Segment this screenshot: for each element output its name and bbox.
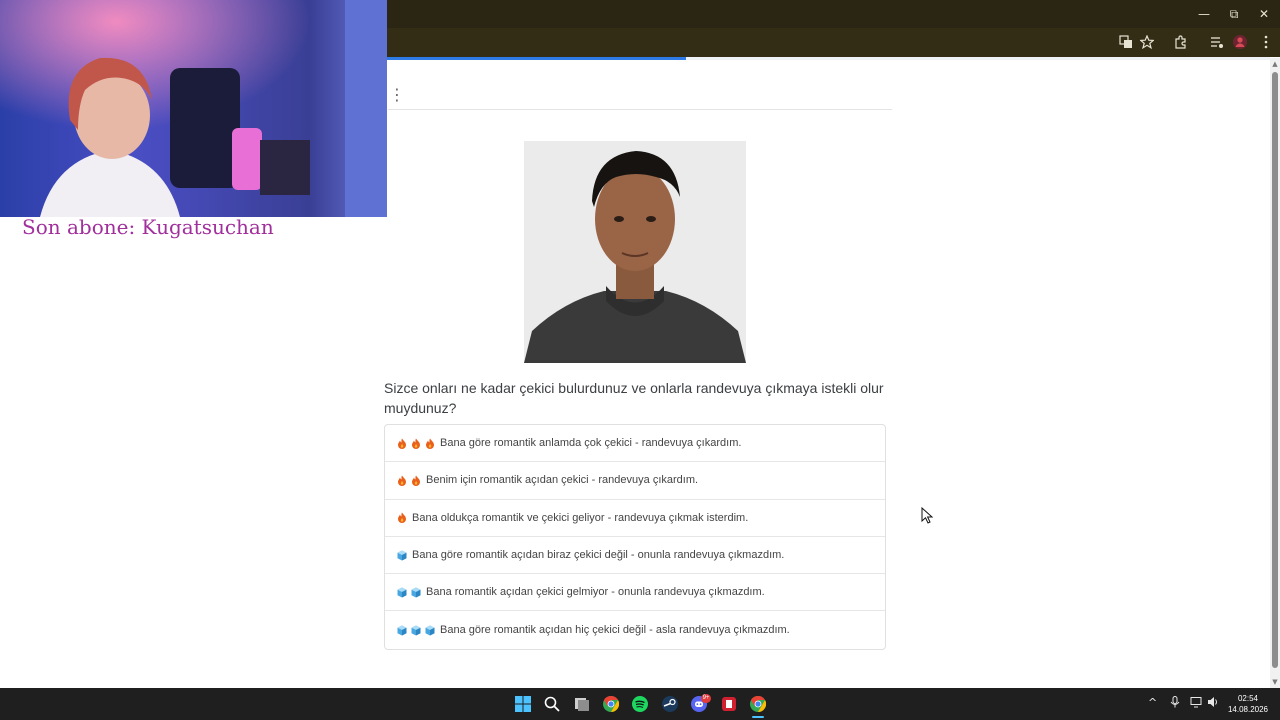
ice-cube-emoji-group: [397, 550, 407, 561]
chrome-active-icon[interactable]: [748, 694, 768, 714]
answer-option[interactable]: Bana oldukça romantik ve çekici geliyor …: [385, 500, 885, 537]
fire-icon: [397, 512, 407, 524]
ice-cube-icon: [411, 625, 421, 636]
answer-option-label: Bana göre romantik açıdan biraz çekici d…: [412, 549, 785, 562]
scrollbar[interactable]: ▲ ▼: [1270, 58, 1280, 688]
ice-cube-emoji-group: [397, 587, 421, 598]
answer-option[interactable]: Bana göre romantik açıdan hiç çekici değ…: [385, 611, 885, 648]
fire-icon: [411, 475, 421, 486]
restore-button[interactable]: ⧉: [1219, 0, 1249, 28]
ice-cube-emoji-group: [397, 625, 435, 636]
discord-badge: 9+: [701, 694, 711, 703]
microphone-icon[interactable]: [1170, 696, 1180, 711]
ice-cube-icon: [397, 550, 407, 561]
answer-option-label: Bana göre romantik anlamda çok çekici - …: [440, 437, 742, 450]
extensions-icon[interactable]: [1171, 33, 1191, 51]
answer-option[interactable]: Bana göre romantik açıdan biraz çekici d…: [385, 537, 885, 575]
active-app-indicator: [752, 716, 764, 718]
menu-icon[interactable]: [1256, 33, 1276, 51]
task-view-icon[interactable]: [572, 694, 592, 714]
star-icon[interactable]: [1137, 33, 1157, 51]
scroll-down-icon[interactable]: ▼: [1271, 678, 1279, 686]
fire-emoji-group: [397, 512, 407, 524]
taskbar-clock[interactable]: 02:54 14.08.2026: [1226, 693, 1270, 715]
answer-option-label: Bana oldukça romantik ve çekici geliyor …: [412, 511, 749, 524]
scroll-up-icon[interactable]: ▲: [1271, 60, 1279, 68]
answer-option[interactable]: Bana romantik açıdan çekici gelmiyor - o…: [385, 574, 885, 612]
chrome-icon[interactable]: [601, 694, 621, 714]
fire-emoji-group: [397, 475, 421, 486]
windows-start-icon[interactable]: [513, 694, 533, 714]
translate-icon[interactable]: [1116, 33, 1136, 51]
spotify-icon[interactable]: [630, 694, 650, 714]
volume-icon[interactable]: [1207, 696, 1219, 711]
fire-icon: [425, 438, 435, 449]
minimize-button[interactable]: —: [1189, 0, 1219, 28]
ice-cube-icon: [425, 625, 435, 636]
answer-option[interactable]: Bana göre romantik anlamda çok çekici - …: [385, 425, 885, 463]
more-options-icon[interactable]: ⋮: [389, 86, 405, 104]
answer-options: Bana göre romantik anlamda çok çekici - …: [384, 424, 886, 650]
answer-option[interactable]: Benim için romantik açıdan çekici - rand…: [385, 462, 885, 500]
network-icon[interactable]: [1190, 696, 1202, 711]
answer-option-label: Bana romantik açıdan çekici gelmiyor - o…: [426, 586, 765, 599]
close-window-button[interactable]: ✕: [1249, 0, 1279, 28]
steam-icon[interactable]: [660, 694, 680, 714]
fire-emoji-group: [397, 438, 435, 449]
webcam-overlay: [0, 0, 387, 217]
last-subscriber-label: Son abone: Kugatsuchan: [22, 215, 274, 239]
answer-option-label: Bana göre romantik açıdan hiç çekici değ…: [440, 624, 790, 637]
scroll-thumb[interactable]: [1272, 72, 1278, 668]
search-icon[interactable]: [542, 694, 562, 714]
fire-icon: [411, 438, 421, 449]
mouse-cursor-icon: [921, 506, 935, 525]
media-icon[interactable]: [1207, 33, 1227, 51]
chevron-up-icon[interactable]: ^: [1148, 696, 1157, 709]
ice-cube-icon: [397, 587, 407, 598]
clock-date: 14.08.2026: [1227, 705, 1269, 714]
answer-option-label: Benim için romantik açıdan çekici - rand…: [426, 474, 699, 487]
profile-icon[interactable]: [1230, 33, 1250, 51]
ice-cube-icon: [411, 587, 421, 598]
survey-question: Sizce onları ne kadar çekici bulurdunuz …: [384, 380, 884, 416]
ice-cube-icon: [397, 625, 407, 636]
fire-icon: [397, 438, 407, 449]
fire-icon: [397, 475, 407, 486]
clock-time: 02:54: [1237, 694, 1259, 703]
app-red-icon[interactable]: [719, 694, 739, 714]
header-divider: [388, 109, 892, 110]
portrait-photo: [524, 141, 746, 363]
